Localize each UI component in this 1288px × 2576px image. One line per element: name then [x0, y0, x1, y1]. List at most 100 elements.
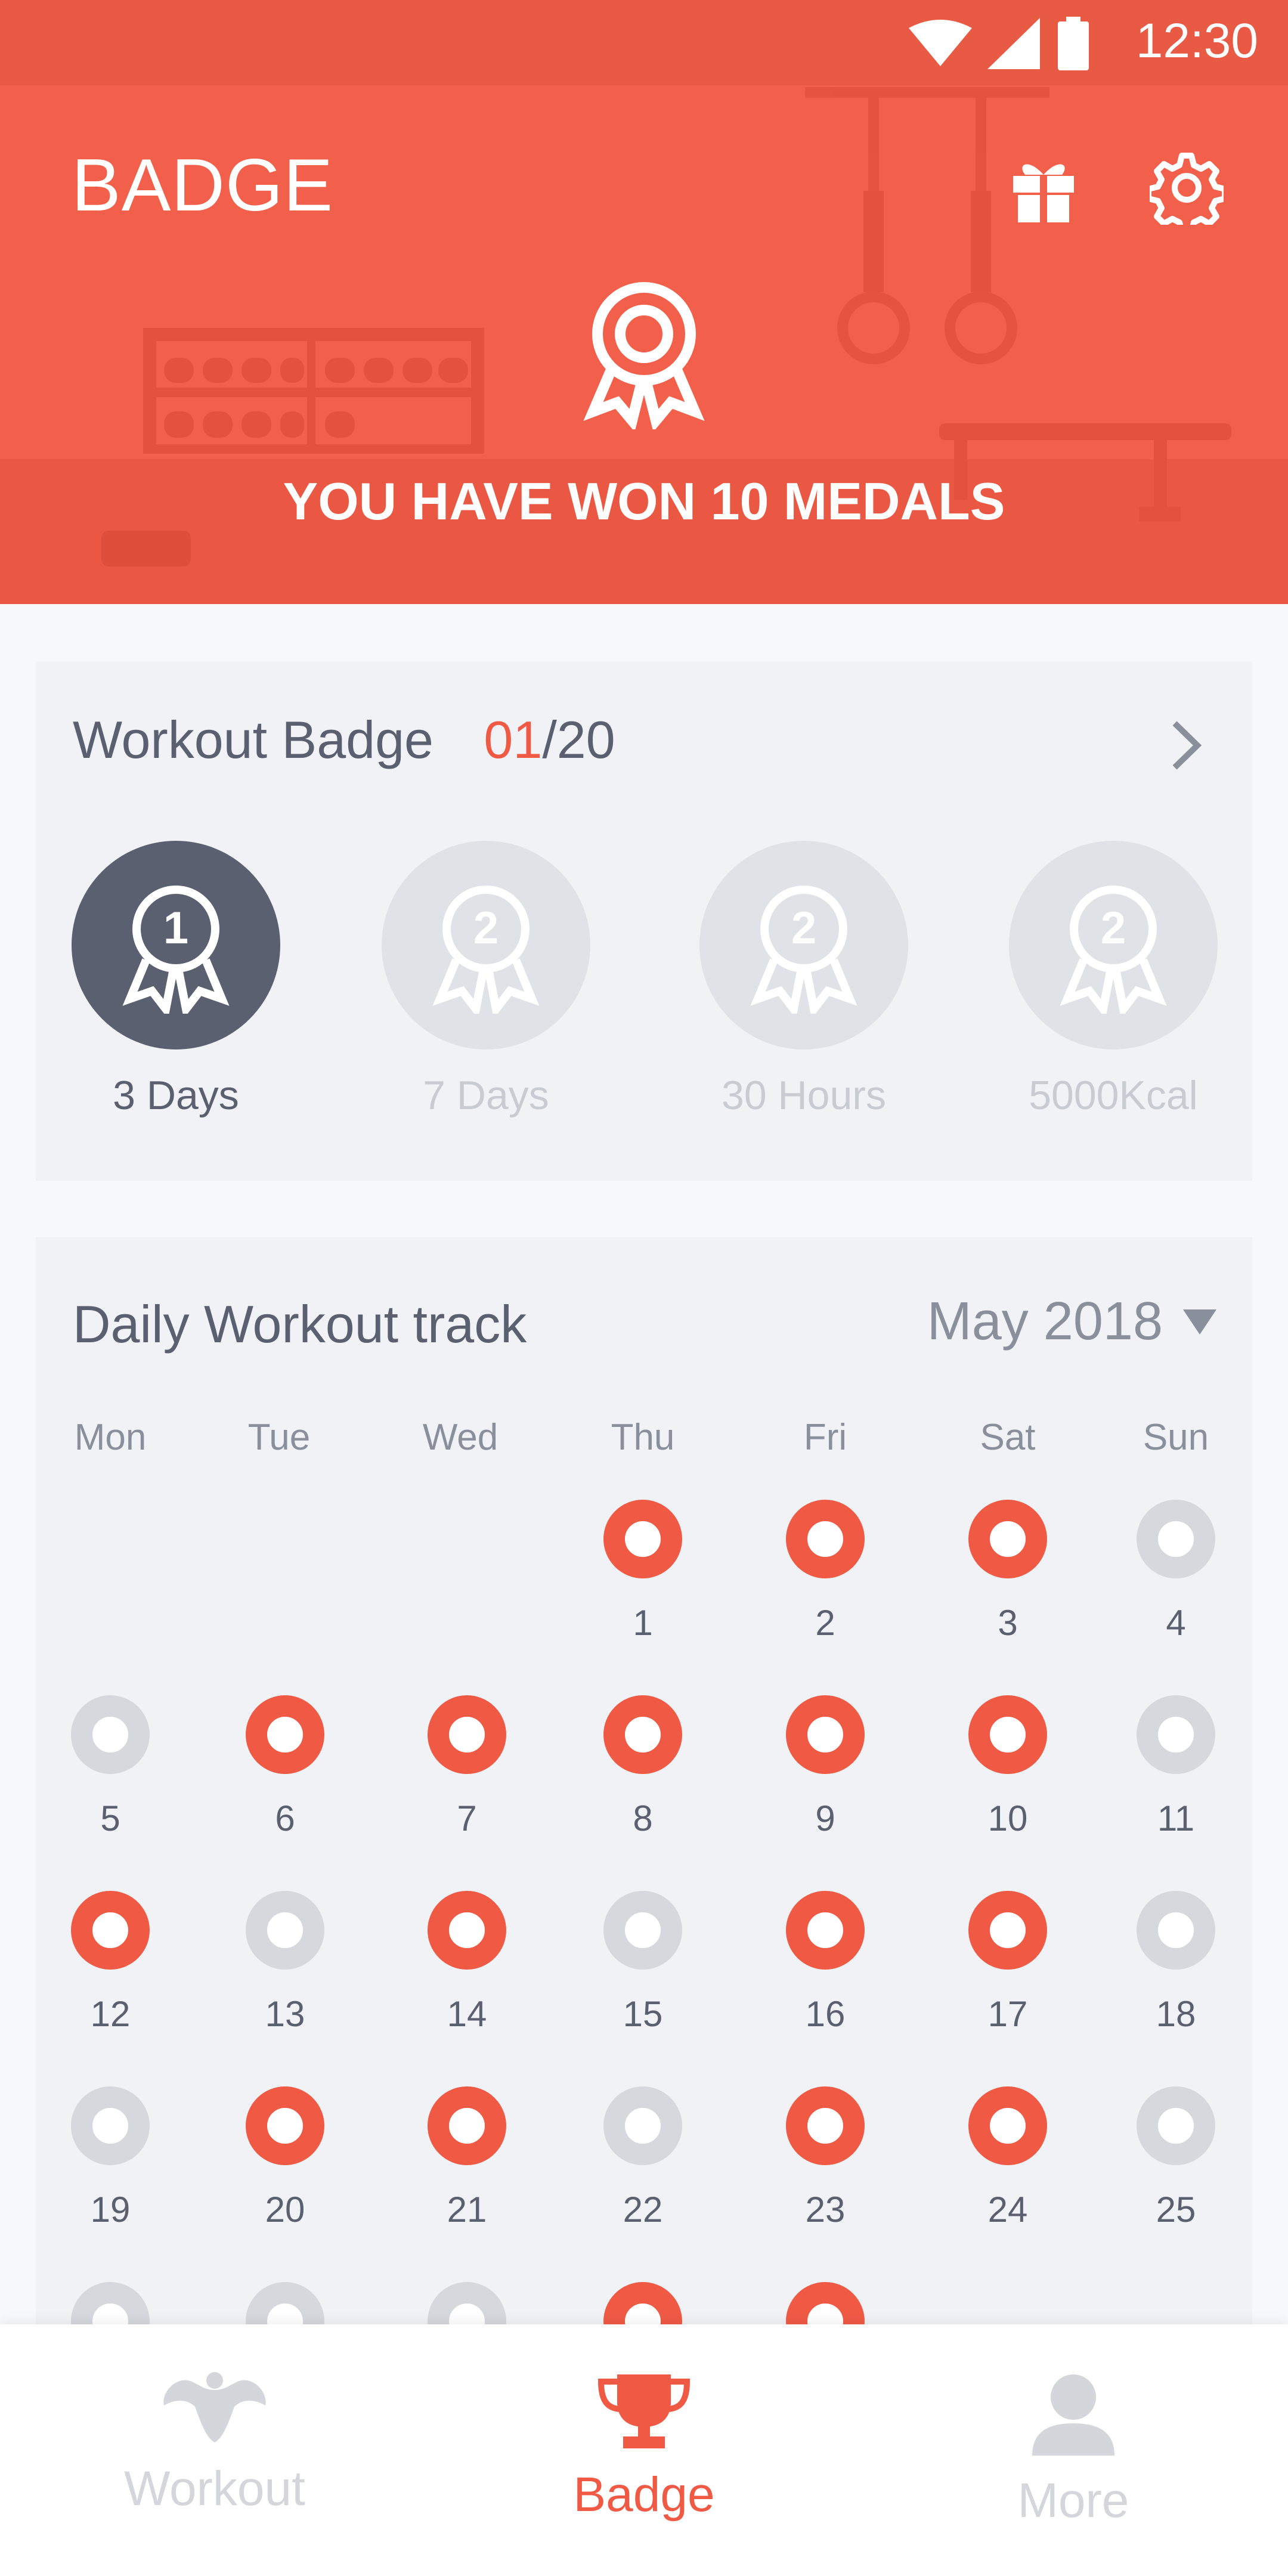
workout-missed-ring: [1137, 2086, 1215, 2165]
badge-count-total: /20: [542, 710, 615, 769]
day-number: 17: [987, 1994, 1028, 2034]
badge-count-current: 01: [484, 710, 543, 769]
day-number: 19: [90, 2190, 131, 2230]
calendar-day[interactable]: 14: [407, 1891, 527, 2035]
calendar-day[interactable]: 17: [948, 1891, 1067, 2035]
track-title: Daily Workout track: [73, 1295, 527, 1354]
workout-done-ring: [246, 2086, 324, 2165]
weekday-label: Sat: [980, 1417, 1036, 1458]
battery-icon: [1058, 17, 1089, 70]
calendar-day[interactable]: 2: [766, 1500, 885, 1643]
gift-icon: [1013, 164, 1074, 222]
calendar-day[interactable]: 13: [225, 1891, 345, 2035]
status-icons: [908, 17, 1091, 70]
day-number: 11: [1157, 1798, 1195, 1838]
calendar-day[interactable]: 3: [948, 1500, 1067, 1643]
badge-5000kcal[interactable]: 2 5000Kcal: [1009, 841, 1218, 1119]
calendar-day[interactable]: 20: [225, 2086, 345, 2230]
day-number: 10: [987, 1798, 1028, 1838]
workout-badge-title: Workout Badge: [73, 710, 434, 769]
chevron-right-icon[interactable]: [1169, 719, 1205, 772]
workout-done-ring: [246, 1695, 324, 1774]
dropdown-triangle-icon: [1183, 1309, 1216, 1335]
workout-done-ring: [603, 1695, 682, 1774]
signal-icon: [987, 18, 1040, 69]
badge-number: 2: [1101, 903, 1126, 953]
calendar-day[interactable]: 21: [407, 2086, 527, 2230]
workout-done-ring: [428, 1695, 506, 1774]
day-number: 14: [447, 1994, 487, 2034]
workout-done-ring: [428, 1891, 506, 1970]
badge-circle: 2: [382, 841, 590, 1049]
calendar-day[interactable]: 24: [948, 2086, 1067, 2230]
nav-workout[interactable]: Workout: [60, 2372, 370, 2517]
medal-icon: 2: [1060, 886, 1167, 1014]
gift-button[interactable]: [999, 143, 1088, 233]
workout-missed-ring: [71, 1695, 150, 1774]
weekday-label: Fri: [803, 1417, 847, 1458]
workout-done-ring: [603, 1500, 682, 1578]
badge-3-days[interactable]: 1 3 Days: [72, 841, 280, 1119]
muscle-icon: [163, 2372, 266, 2442]
calendar-day[interactable]: 1: [583, 1500, 702, 1643]
day-number: 22: [623, 2190, 663, 2230]
workout-done-ring: [968, 2086, 1047, 2165]
calendar-day[interactable]: 15: [583, 1891, 702, 2035]
medals-banner: YOU HAVE WON 10 MEDALS: [283, 472, 1005, 531]
calendar-day[interactable]: 11: [1116, 1695, 1236, 1839]
nav-label: Badge: [573, 2467, 715, 2522]
badge-30-hours[interactable]: 2 30 Hours: [699, 841, 908, 1119]
workout-badge-title-row: Workout Badge 01/20: [73, 710, 615, 770]
settings-button[interactable]: [1142, 143, 1231, 233]
workout-missed-ring: [603, 1891, 682, 1970]
calendar-day[interactable]: 4: [1116, 1500, 1236, 1643]
badge-number: 2: [473, 903, 499, 953]
day-number: 24: [987, 2190, 1028, 2230]
calendar-day[interactable]: 19: [51, 2086, 170, 2230]
calendar-day[interactable]: 9: [766, 1695, 885, 1839]
medal-icon: 2: [750, 886, 857, 1014]
workout-done-ring: [786, 1891, 865, 1970]
day-number: 9: [815, 1798, 835, 1838]
badge-7-days[interactable]: 2 7 Days: [382, 841, 590, 1119]
workout-done-ring: [786, 2086, 865, 2165]
badge-label: 7 Days: [423, 1073, 549, 1118]
workout-missed-ring: [246, 1891, 324, 1970]
day-number: 12: [90, 1994, 131, 2034]
weekday-label: Sun: [1143, 1417, 1209, 1458]
calendar-day[interactable]: 16: [766, 1891, 885, 2035]
weekday-label: Tue: [247, 1417, 311, 1458]
day-number: 23: [805, 2190, 846, 2230]
trophy-icon: [597, 2374, 691, 2448]
nav-badge[interactable]: Badge: [489, 2372, 799, 2523]
calendar-day[interactable]: 10: [948, 1695, 1067, 1839]
day-number: 4: [1166, 1603, 1186, 1643]
calendar-day[interactable]: 22: [583, 2086, 702, 2230]
calendar-day[interactable]: 6: [225, 1695, 345, 1839]
weekday-label: Mon: [74, 1417, 147, 1458]
medal-icon: 1: [122, 886, 230, 1014]
calendar-day[interactable]: 25: [1116, 2086, 1236, 2230]
day-number: 6: [275, 1798, 295, 1838]
calendar-day[interactable]: 7: [407, 1695, 527, 1839]
day-number: 16: [805, 1994, 846, 2034]
calendar-day[interactable]: 18: [1116, 1891, 1236, 2035]
calendar-day[interactable]: 5: [51, 1695, 170, 1839]
badge-label: 3 Days: [113, 1073, 239, 1118]
calendar-day[interactable]: 23: [766, 2086, 885, 2230]
calendar-day[interactable]: 8: [583, 1695, 702, 1839]
weekday-label: Thu: [611, 1417, 675, 1458]
day-number: 18: [1156, 1994, 1196, 2034]
workout-missed-ring: [1137, 1500, 1215, 1578]
status-bar: 12:30: [0, 0, 1288, 85]
badge-number: 2: [791, 903, 816, 953]
header-banner: 12:30 BADGE YOU HAVE WON 10 MEDALS: [0, 0, 1288, 604]
day-number: 3: [998, 1603, 1018, 1643]
nav-more[interactable]: More: [918, 2372, 1228, 2529]
calendar-day[interactable]: 12: [51, 1891, 170, 2035]
day-number: 15: [623, 1994, 663, 2034]
month-selector[interactable]: May 2018: [927, 1291, 1216, 1352]
day-number: 5: [100, 1798, 120, 1838]
day-number: 13: [265, 1994, 305, 2034]
status-time: 12:30: [1135, 14, 1258, 68]
